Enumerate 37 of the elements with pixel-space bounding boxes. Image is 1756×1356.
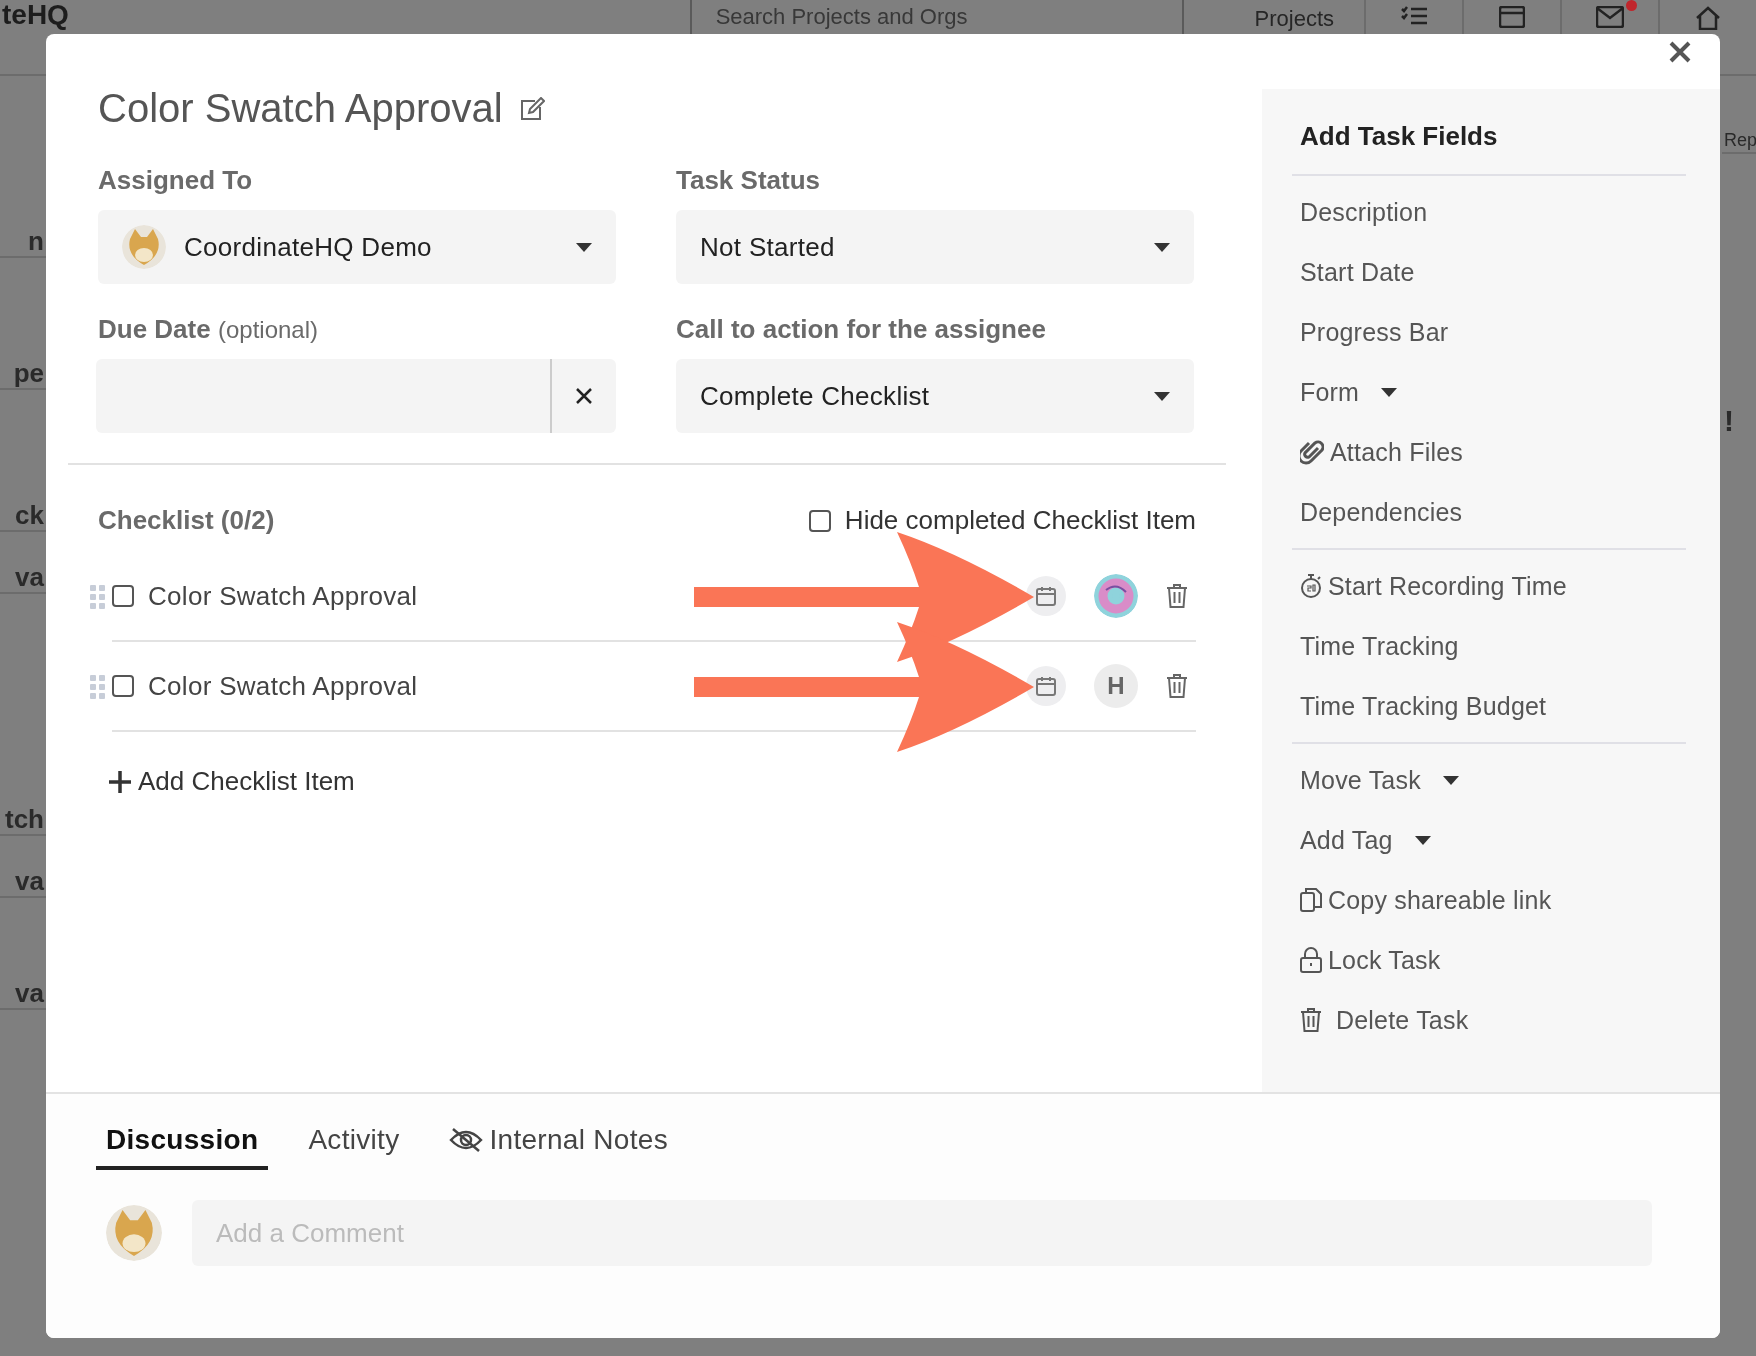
tab[interactable]: Activity [298,1124,410,1170]
sidebar-item[interactable]: Start Date [1292,242,1686,302]
assignee-initial[interactable]: H [1094,664,1138,708]
sidebar-item[interactable]: Form [1292,362,1686,422]
sidebar-item[interactable]: Start Recording Time [1292,556,1686,616]
field-label: Due Date (optional) [98,314,319,345]
page-text: ! [1723,409,1735,433]
checklist-item-text[interactable]: Color Swatch Approval [148,580,418,612]
sidebar-item[interactable]: Delete Task [1292,990,1686,1050]
assignee-select[interactable]: CoordinateHQ Demo [98,210,616,284]
sidebar-item[interactable]: Add Tag [1292,810,1686,870]
checkbox-label: Hide completed Checklist Item [844,505,1196,536]
page-text: Rep [1722,128,1756,154]
field-label: Assigned To [98,165,254,196]
task-title: Color Swatch Approval [98,86,503,131]
sidebar-item[interactable]: Copy shareable link [1292,870,1686,930]
comment-field[interactable]: Add a Comment [192,1200,1652,1266]
sidebar-heading: Add Task Fields [1292,121,1686,176]
tab[interactable]: Internal Notes [439,1124,678,1170]
sidebar-item[interactable]: Progress Bar [1292,302,1686,362]
dropdown[interactable]: Not Started [676,210,1194,284]
checklist-heading: Checklist (0/2) [98,505,275,536]
dropdown[interactable]: Complete Checklist [676,359,1194,433]
sidebar-item[interactable]: Time Tracking [1292,616,1686,676]
sidebar-item[interactable]: Time Tracking Budget [1292,676,1686,736]
sidebar-item[interactable]: Lock Task [1292,930,1686,990]
sidebar-item[interactable]: Attach Files [1292,422,1686,482]
sidebar-item[interactable]: Description [1292,182,1686,242]
sidebar-item[interactable]: Move Task [1292,750,1686,810]
checklist-item-text[interactable]: Color Swatch Approval [148,670,418,702]
app-logo[interactable]: teHQ [2,0,602,30]
nav-link[interactable]: Projects [1224,0,1365,32]
field-label: Call to action for the assignee [676,314,1047,345]
tab[interactable]: Discussion [96,1124,269,1170]
add-checklist-item-button[interactable]: Add Checklist Item [108,766,355,797]
field-label: Task Status [676,165,821,196]
sidebar-item[interactable]: Dependencies [1292,482,1686,542]
